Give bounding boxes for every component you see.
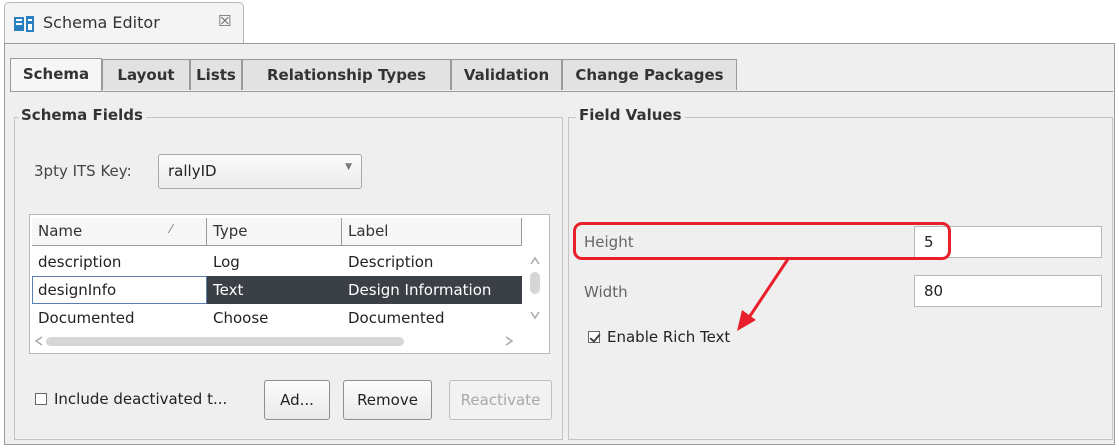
table-cell[interactable]: Description [342,248,522,276]
tab-schema[interactable]: Schema [10,58,102,91]
enable-rich-text-label: Enable Rich Text [607,328,731,346]
column-header-label[interactable]: Label [342,218,522,246]
height-field[interactable]: 5 [914,226,1102,258]
key-dropdown-value: rallyID [168,162,217,180]
height-label: Height [584,233,634,251]
close-icon[interactable]: ☒ [218,12,231,30]
tab-validation[interactable]: Validation [451,59,562,90]
table-cell[interactable]: Log [207,248,342,276]
tab-layout[interactable]: Layout [102,59,190,90]
table-cell[interactable]: Choose [207,304,342,329]
table-cell[interactable]: Documented [342,304,522,329]
scroll-right-icon[interactable] [505,336,514,346]
scroll-left-icon[interactable] [34,336,43,346]
scroll-up-icon[interactable] [530,256,540,265]
table-cell[interactable]: description [32,248,207,276]
schema-editor-icon [14,16,34,32]
horizontal-scrollbar[interactable] [32,333,526,349]
key-dropdown[interactable]: rallyID ▼ [158,154,362,189]
horizontal-scroll-thumb[interactable] [46,337,404,346]
add-button[interactable]: Ad... [264,380,330,420]
tab-divider [10,91,1113,92]
width-label: Width [584,283,628,301]
schema-fields-title: Schema Fields [18,106,146,124]
vertical-scrollbar[interactable] [524,248,546,332]
chevron-down-icon: ▼ [345,162,352,172]
checkbox-box[interactable] [35,393,47,405]
sort-indicator-icon: ⁄ [170,222,173,236]
editor-tab-schema-editor[interactable]: Schema Editor ☒ [4,2,244,43]
table-cell[interactable]: Design Information [342,276,522,304]
tab-change-packages[interactable]: Change Packages [562,59,737,90]
column-header-name[interactable]: Name ⁄ [32,218,207,246]
include-deactivated-label: Include deactivated t... [54,390,228,408]
table-cell[interactable]: Documented [32,304,207,329]
tab-lists[interactable]: Lists [190,59,242,90]
table-cell[interactable]: designInfo [32,276,207,304]
remove-button[interactable]: Remove [343,380,432,420]
tab-relationship-types[interactable]: Relationship Types [242,59,451,90]
checkbox-checked-icon[interactable] [588,331,600,343]
include-deactivated-checkbox[interactable]: Include deactivated t... [35,390,227,408]
key-label: 3pty ITS Key: [34,162,132,180]
vertical-scroll-thumb[interactable] [530,272,540,294]
table-cell[interactable]: Text [207,276,342,304]
enable-rich-text-checkbox[interactable]: Enable Rich Text [588,328,730,346]
reactivate-button[interactable]: Reactivate [449,380,552,420]
width-field[interactable]: 80 [914,275,1102,307]
column-header-name-label: Name [38,222,83,240]
field-values-title: Field Values [576,106,685,124]
column-header-type[interactable]: Type [207,218,342,246]
scroll-down-icon[interactable] [530,311,540,320]
editor-tab-title: Schema Editor [43,13,160,32]
